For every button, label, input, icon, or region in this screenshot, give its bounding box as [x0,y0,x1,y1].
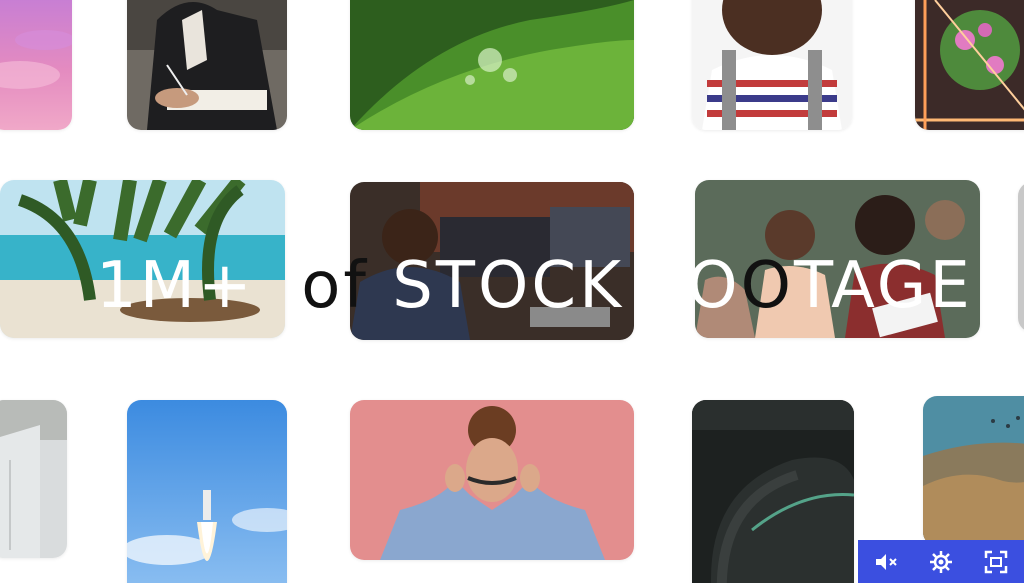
green-leaf-water-clip [350,0,634,130]
smiling-woman-clip [692,0,852,130]
headline-stock: STOCK [392,249,625,323]
settings-button[interactable] [923,544,959,580]
headline-of: of [301,249,369,323]
underwater-reef-clip [923,396,1024,546]
neon-flower-clip [915,0,1024,130]
gear-icon [929,550,952,573]
headline-count: 1M+ [96,249,255,323]
person-writing-clip [127,0,287,130]
video-controls [858,540,1024,583]
headline: 1M+ of STOCK FOOTAGE [96,246,970,326]
fullscreen-button[interactable] [978,544,1014,580]
stock-footage-hero: 1M+ of STOCK FOOTAGE [0,0,1024,583]
headline-fo: FO [647,249,741,323]
mute-button[interactable] [868,544,904,580]
headline-tage: TAGE [793,249,973,323]
headline-o: O [740,249,794,323]
mute-icon [875,553,897,570]
man-mustache-pink-clip [350,400,634,560]
pink-sky-clip [0,0,72,130]
edge-clip [1018,182,1024,332]
fullscreen-icon [985,550,1008,573]
rocket-launch-clip [127,400,287,583]
dark-machine-clip [692,400,854,583]
white-wall-clip [0,400,67,558]
